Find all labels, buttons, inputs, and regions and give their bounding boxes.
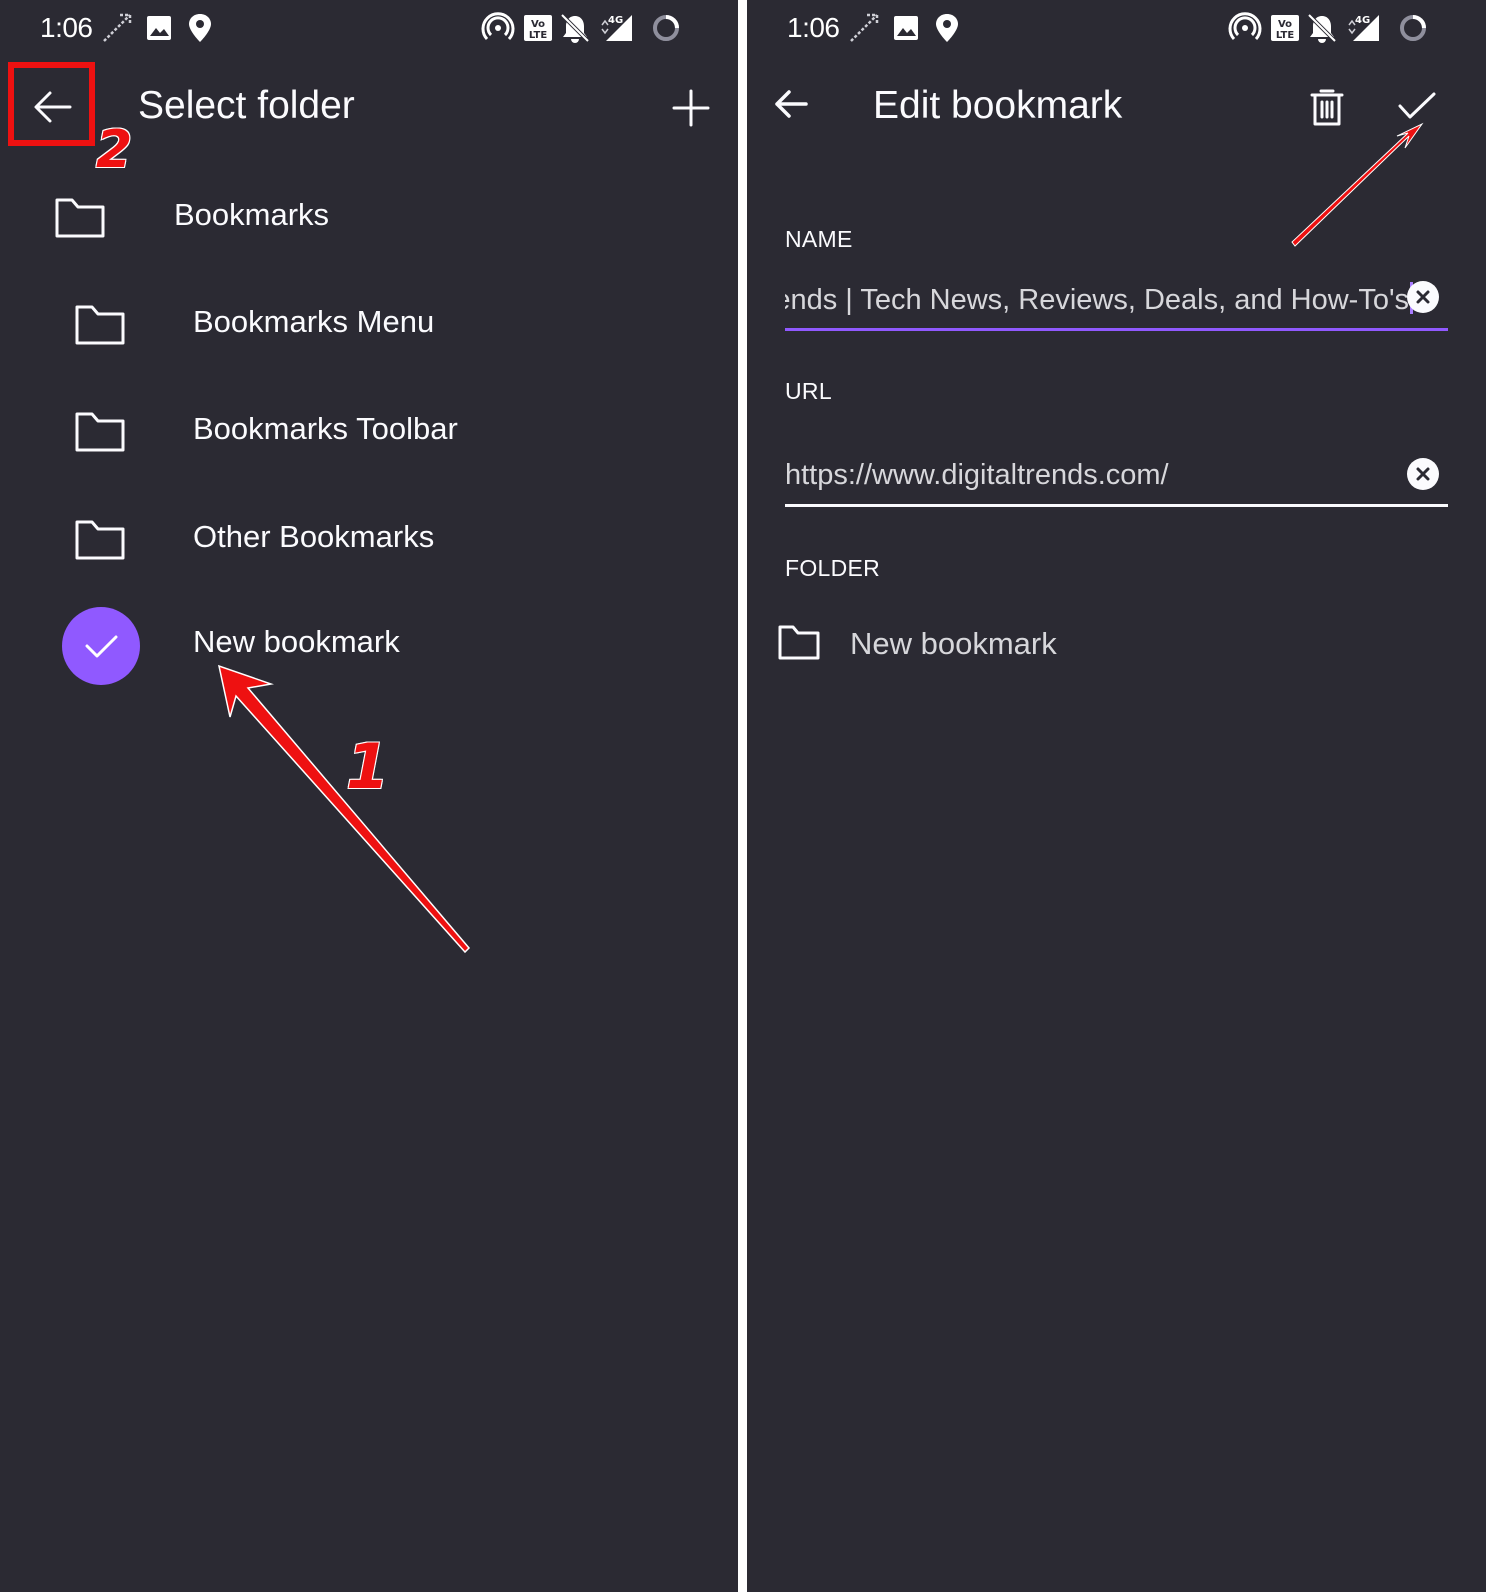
annotation-step-1: 1 xyxy=(345,729,390,804)
select-folder-screen: 1:06 Vo LTE 4G Select folder Bookmarks B… xyxy=(0,0,738,1592)
folder-field-label: FOLDER xyxy=(785,555,881,581)
folder-icon xyxy=(778,625,820,660)
svg-text:Vo: Vo xyxy=(531,19,545,30)
volte-icon: Vo LTE xyxy=(524,15,552,41)
folder-icon xyxy=(75,520,125,560)
svg-text:Vo: Vo xyxy=(1278,19,1292,30)
clear-icon xyxy=(1416,467,1430,481)
folder-item-new-bookmark[interactable]: New bookmark xyxy=(0,597,738,697)
loading-ring-icon xyxy=(1400,15,1426,41)
clear-icon xyxy=(1416,290,1430,304)
signal-4g-icon: 4G xyxy=(1348,15,1379,41)
name-input-value: ends | Tech News, Reviews, Deals, and Ho… xyxy=(785,284,1409,316)
add-folder-button[interactable] xyxy=(671,88,711,128)
location-pin-icon xyxy=(189,14,211,42)
selected-check-icon xyxy=(62,607,140,685)
svg-text:4G: 4G xyxy=(1355,15,1370,26)
url-input-underline xyxy=(785,504,1448,507)
svg-text:4G: 4G xyxy=(608,15,623,26)
svg-text:LTE: LTE xyxy=(529,30,548,41)
folder-icon xyxy=(55,198,105,238)
image-icon xyxy=(147,16,171,40)
folder-item-label: Bookmarks Menu xyxy=(193,304,435,339)
folder-item-bookmarks-toolbar[interactable]: Bookmarks Toolbar xyxy=(0,380,738,480)
save-check-button[interactable] xyxy=(1397,90,1437,122)
delete-button[interactable] xyxy=(1309,86,1345,128)
signal-4g-icon: 4G xyxy=(601,15,632,41)
location-pin-icon xyxy=(936,14,958,42)
folder-item-bookmarks[interactable]: Bookmarks xyxy=(0,166,738,266)
status-time: 1:06 xyxy=(40,12,93,43)
name-field-label: NAME xyxy=(785,226,853,252)
url-field-label: URL xyxy=(785,378,832,404)
name-input[interactable]: ends | Tech News, Reviews, Deals, and Ho… xyxy=(785,280,1413,320)
status-time: 1:06 xyxy=(787,12,840,43)
volte-icon: Vo LTE xyxy=(1271,15,1299,41)
edit-bookmark-screen: 1:06 Vo LTE 4G Edit bookmark NAME ends |… xyxy=(747,0,1486,1592)
status-bar: 1:06 Vo LTE 4G xyxy=(747,0,1486,60)
back-arrow-icon[interactable] xyxy=(30,84,76,130)
status-bar: 1:06 Vo LTE 4G xyxy=(0,0,738,60)
folder-icon xyxy=(75,412,125,452)
folder-item-other-bookmarks[interactable]: Other Bookmarks xyxy=(0,488,738,588)
bell-off-icon xyxy=(1307,13,1337,43)
bell-off-icon xyxy=(560,13,590,43)
folder-item-label: Bookmarks Toolbar xyxy=(193,411,458,446)
annotation-step-2: 2 xyxy=(95,119,133,181)
page-title: Select folder xyxy=(138,84,355,127)
folder-item-label: Other Bookmarks xyxy=(193,519,435,554)
svg-text:LTE: LTE xyxy=(1276,30,1295,41)
hotspot-icon xyxy=(481,12,515,41)
name-input-underline xyxy=(785,328,1448,331)
clear-name-button[interactable] xyxy=(1407,281,1439,313)
hotspot-icon xyxy=(1228,12,1262,41)
folder-icon xyxy=(75,305,125,345)
back-arrow-icon[interactable] xyxy=(771,84,811,124)
page-title: Edit bookmark xyxy=(873,84,1123,127)
missed-call-icon xyxy=(103,13,132,42)
folder-item-label: New bookmark xyxy=(193,624,400,659)
clear-url-button[interactable] xyxy=(1407,458,1439,490)
folder-item-label: Bookmarks xyxy=(174,197,330,232)
image-icon xyxy=(894,16,918,40)
folder-item-bookmarks-menu[interactable]: Bookmarks Menu xyxy=(0,273,738,373)
folder-value: New bookmark xyxy=(850,626,1057,661)
loading-ring-icon xyxy=(653,15,679,41)
url-input[interactable] xyxy=(785,455,1413,495)
missed-call-icon xyxy=(850,13,879,42)
